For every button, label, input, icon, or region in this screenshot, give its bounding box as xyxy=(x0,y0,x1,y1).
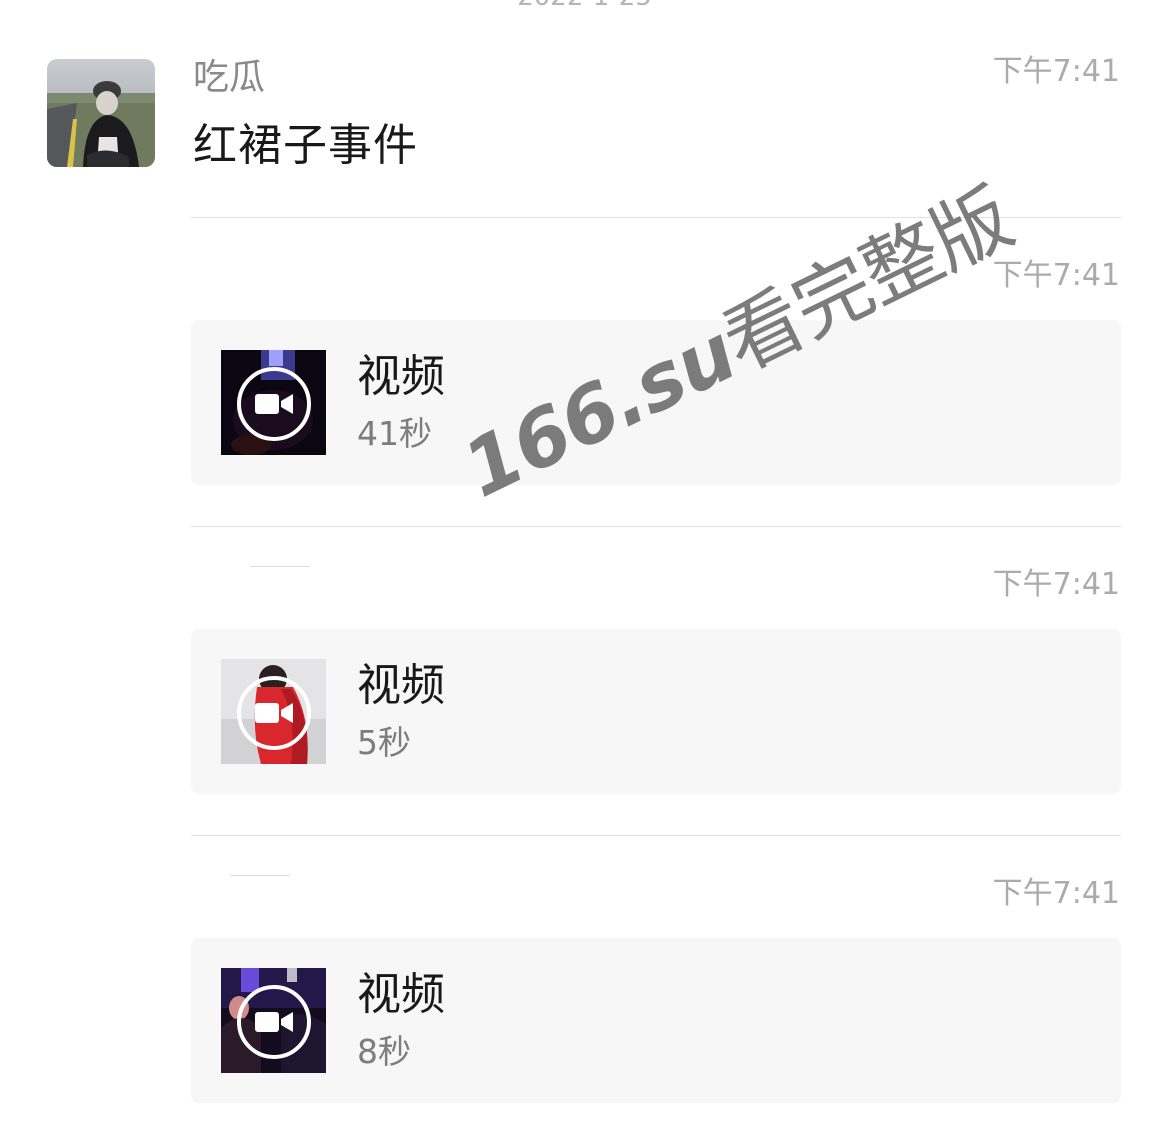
faint-line xyxy=(250,566,310,567)
video-title: 视频 xyxy=(357,969,445,1020)
message-time: 下午7:41 xyxy=(992,54,1120,89)
video-message-card[interactable]: 视频 41秒 xyxy=(191,320,1121,485)
video-message-card[interactable]: 视频 8秒 xyxy=(191,938,1121,1103)
message-divider xyxy=(191,526,1121,527)
video-message-card[interactable]: 视频 5秒 xyxy=(191,629,1121,794)
video-title: 视频 xyxy=(357,351,445,402)
video-duration: 8秒 xyxy=(357,1032,411,1071)
message-time: 下午7:41 xyxy=(992,876,1120,911)
faint-line xyxy=(230,875,290,876)
video-thumbnail[interactable] xyxy=(221,659,326,764)
video-title: 视频 xyxy=(357,660,445,711)
video-thumbnail[interactable] xyxy=(221,968,326,1073)
date-separator: 2022-1-25 xyxy=(0,0,1169,10)
video-camera-icon xyxy=(237,367,311,441)
video-duration: 5秒 xyxy=(357,723,411,762)
avatar-image xyxy=(47,59,155,167)
message-time: 下午7:41 xyxy=(992,258,1120,293)
sender-name: 吃瓜 xyxy=(193,57,266,98)
message-text[interactable]: 红裙子事件 xyxy=(193,118,418,174)
sender-avatar[interactable] xyxy=(47,59,155,167)
video-camera-icon xyxy=(237,676,311,750)
video-thumbnail[interactable] xyxy=(221,350,326,455)
message-divider xyxy=(191,217,1121,218)
video-camera-icon xyxy=(237,985,311,1059)
video-duration: 41秒 xyxy=(357,414,432,453)
message-divider xyxy=(191,835,1121,836)
message-time: 下午7:41 xyxy=(992,567,1120,602)
